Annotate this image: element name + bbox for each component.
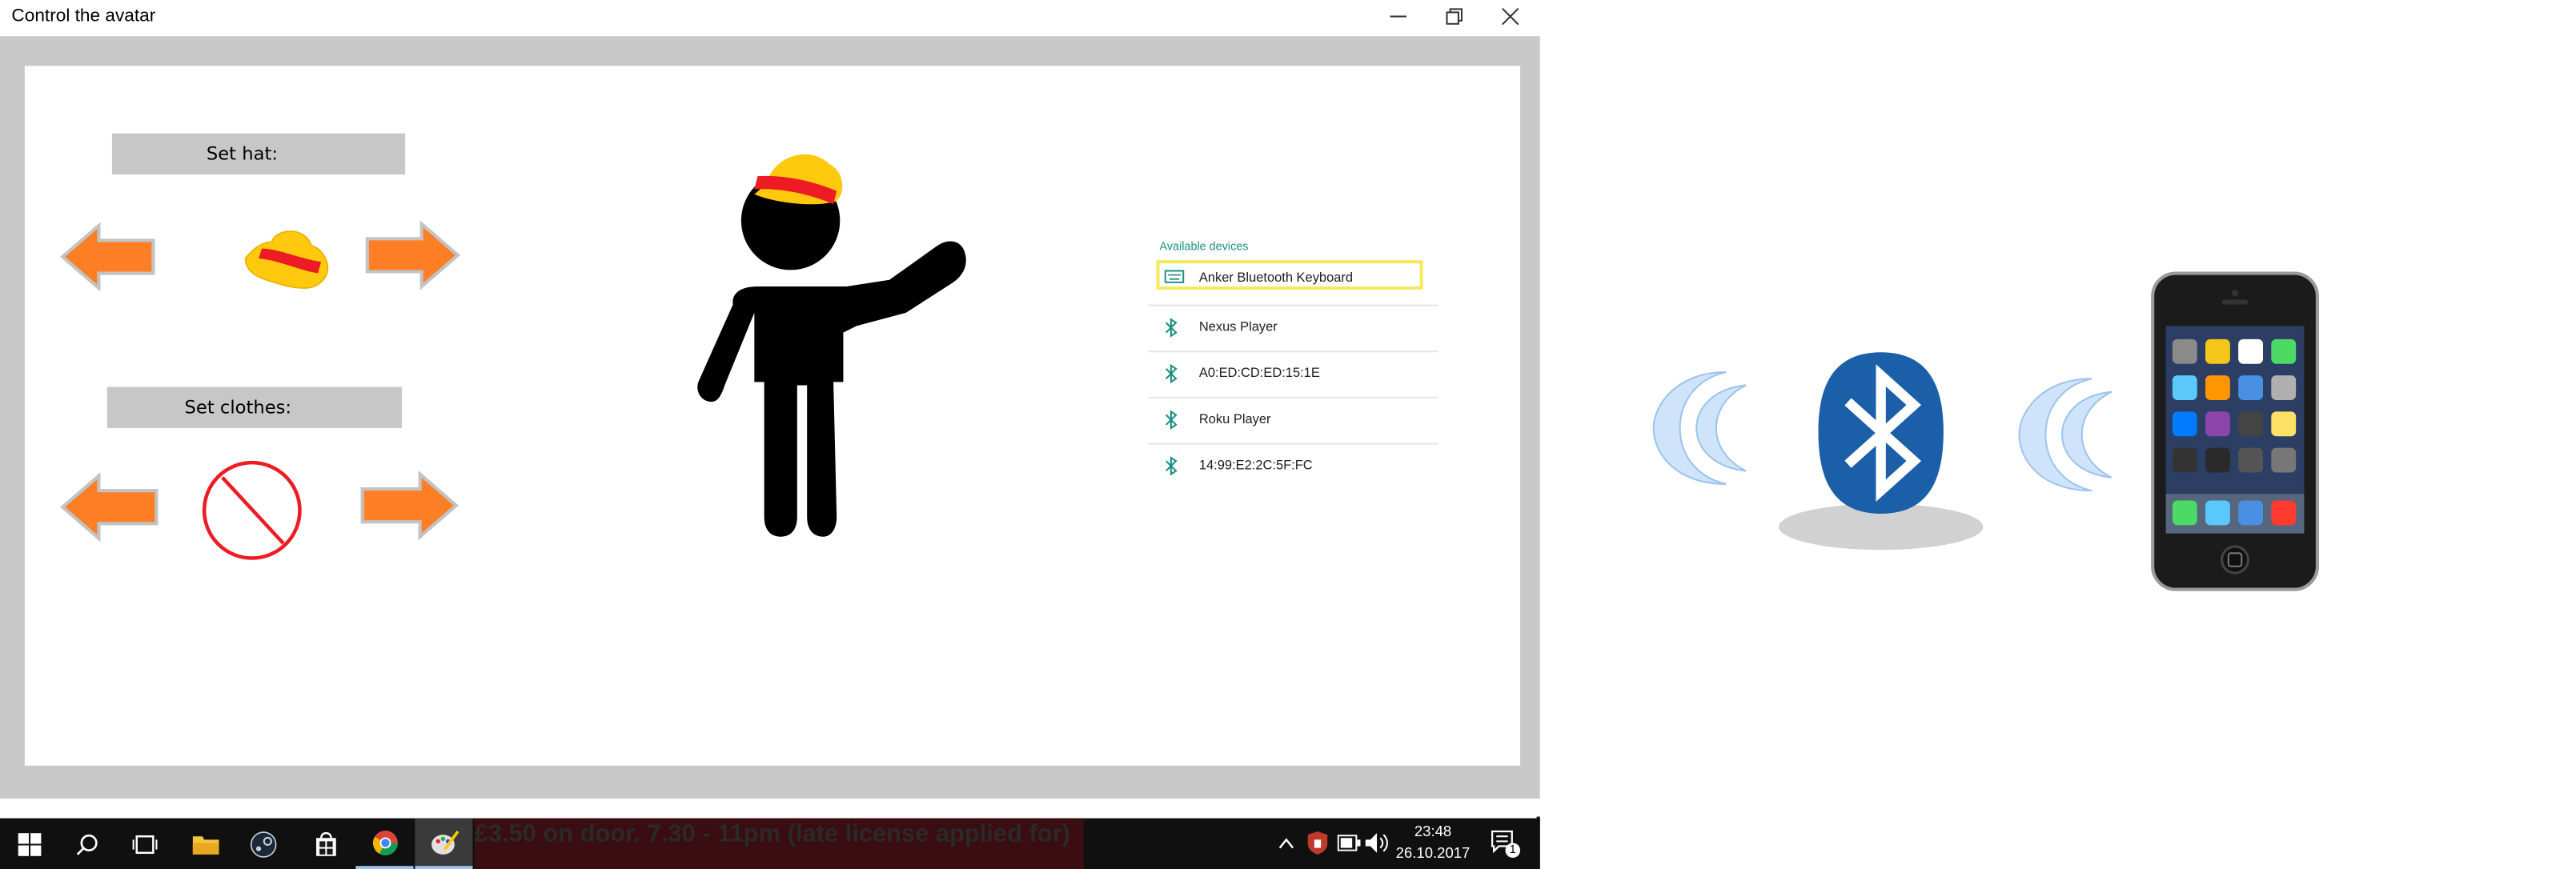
notification-count-badge: 1 bbox=[1505, 843, 1521, 858]
steam-icon bbox=[249, 831, 276, 857]
smartphone-icon bbox=[2151, 271, 2319, 591]
taskbar: £3.50 on door. 7.30 - 11pm (late license… bbox=[0, 818, 1540, 869]
taskbar-edge bbox=[1536, 816, 1540, 869]
set-hat-label: Set hat: bbox=[111, 133, 406, 175]
none-prohibited-icon bbox=[202, 460, 302, 560]
device-item[interactable]: A0:ED:CD:ED:15:1E bbox=[1148, 350, 1438, 398]
store-icon bbox=[315, 831, 335, 856]
marquee-text: £3.50 on door. 7.30 - 11pm (late license… bbox=[474, 819, 1070, 848]
signal-waves-right-icon bbox=[2018, 378, 2113, 492]
device-name: Anker Bluetooth Keyboard bbox=[1198, 270, 1354, 285]
available-devices-heading: Available devices bbox=[1159, 242, 1249, 254]
keyboard-icon bbox=[1164, 270, 1185, 283]
taskbar-marquee: £3.50 on door. 7.30 - 11pm (late license… bbox=[474, 818, 1084, 869]
set-clothes-label-text: Set clothes: bbox=[184, 396, 292, 418]
window-title: Control the avatar bbox=[11, 6, 156, 26]
set-hat-label-text: Set hat: bbox=[206, 143, 278, 165]
task-view-button[interactable] bbox=[115, 819, 173, 869]
device-name: A0:ED:CD:ED:15:1E bbox=[1198, 365, 1320, 381]
device-name: Nexus Player bbox=[1198, 319, 1278, 334]
clock-date: 26.10.2017 bbox=[1395, 844, 1471, 862]
bluetooth-icon bbox=[1165, 456, 1178, 476]
close-button[interactable] bbox=[1483, 0, 1539, 33]
close-icon bbox=[1502, 8, 1519, 25]
prev-hat-arrow-icon[interactable] bbox=[59, 222, 158, 292]
taskbar-file-explorer[interactable] bbox=[176, 819, 234, 869]
search-button[interactable] bbox=[58, 819, 115, 869]
taskbar-chrome[interactable] bbox=[355, 819, 414, 869]
minimize-button[interactable] bbox=[1370, 0, 1426, 33]
device-item[interactable]: Roku Player bbox=[1148, 397, 1438, 445]
taskbar-store[interactable] bbox=[296, 819, 354, 869]
next-hat-arrow-icon[interactable] bbox=[363, 220, 461, 290]
straw-hat-icon bbox=[244, 230, 329, 289]
signal-waves-left-icon bbox=[1652, 370, 1747, 485]
taskbar-steam[interactable] bbox=[234, 819, 291, 869]
restore-icon bbox=[1446, 8, 1463, 25]
chrome-icon bbox=[371, 829, 397, 855]
bluetooth-icon bbox=[1165, 410, 1178, 430]
bluetooth-icon bbox=[1165, 318, 1178, 338]
chevron-up-icon[interactable] bbox=[1278, 836, 1295, 849]
app-window: Control the avatar Set hat: Set clothes:… bbox=[0, 0, 1540, 817]
device-item[interactable]: Anker Bluetooth Keyboard bbox=[1148, 258, 1438, 306]
set-clothes-label: Set clothes: bbox=[106, 386, 403, 428]
paint-icon bbox=[431, 829, 459, 854]
avatar-figure bbox=[697, 154, 966, 537]
shield-icon[interactable] bbox=[1307, 831, 1328, 855]
next-clothes-arrow-icon[interactable] bbox=[357, 471, 459, 540]
search-icon bbox=[75, 833, 97, 855]
bluetooth-icon bbox=[1165, 363, 1178, 384]
taskbar-paint[interactable] bbox=[415, 818, 473, 869]
bluetooth-logo-icon bbox=[1779, 352, 1984, 551]
file-explorer-icon bbox=[191, 836, 219, 855]
device-name: Roku Player bbox=[1198, 411, 1271, 426]
minimize-icon bbox=[1390, 15, 1407, 18]
available-devices-panel: Available devices Anker Bluetooth Keyboa… bbox=[1148, 235, 1438, 491]
start-button[interactable] bbox=[0, 819, 58, 869]
action-center-button[interactable]: 1 bbox=[1491, 830, 1521, 858]
restore-button[interactable] bbox=[1426, 0, 1483, 33]
title-bar[interactable]: Control the avatar bbox=[0, 0, 1540, 37]
windows-start-icon bbox=[17, 832, 41, 855]
device-item[interactable]: Nexus Player bbox=[1148, 305, 1438, 353]
prev-clothes-arrow-icon[interactable] bbox=[59, 472, 162, 542]
task-view-icon bbox=[131, 834, 157, 853]
device-name: 14:99:E2:2C:5F:FC bbox=[1198, 457, 1313, 473]
avatar-canvas: Set hat: Set clothes: Available devices … bbox=[24, 66, 1521, 766]
device-item[interactable]: 14:99:E2:2C:5F:FC bbox=[1148, 443, 1438, 489]
clock-time: 23:48 bbox=[1414, 823, 1452, 840]
system-clock[interactable]: 23:48 26.10.2017 bbox=[1383, 822, 1482, 864]
battery-icon[interactable] bbox=[1337, 835, 1361, 851]
